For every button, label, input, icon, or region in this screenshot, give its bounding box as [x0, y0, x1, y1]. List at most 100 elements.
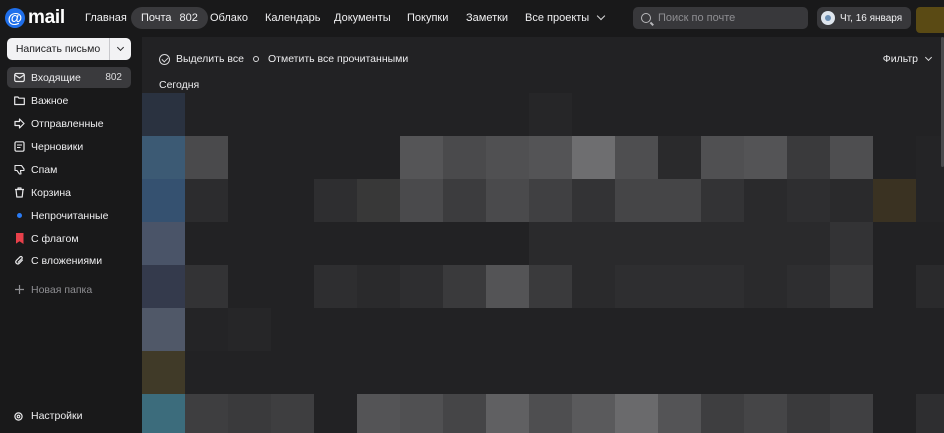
- sidebar-item-attachments[interactable]: С вложениями: [7, 250, 131, 271]
- pixel-block: [615, 179, 658, 222]
- pixel-block: [228, 308, 271, 351]
- pixel-block: [744, 179, 787, 222]
- sidebar-item-unread[interactable]: Непрочитанные: [7, 205, 131, 226]
- pixel-block: [228, 394, 271, 433]
- pixel-block: [830, 265, 873, 308]
- chevron-down-icon: [116, 43, 125, 52]
- sidebar-item-drafts[interactable]: Черновики: [7, 136, 131, 157]
- inbox-count: 802: [105, 72, 122, 83]
- pixel-block: [142, 351, 185, 394]
- pixel-block: [701, 394, 744, 433]
- pixel-block: [357, 265, 400, 308]
- pixel-block: [142, 179, 185, 222]
- pixel-block: [787, 136, 830, 179]
- compose-button[interactable]: Написать письмо: [7, 38, 110, 60]
- pixel-block: [916, 136, 944, 179]
- search-icon: [641, 13, 651, 23]
- pixel-block: [615, 265, 658, 308]
- pixel-block: [443, 136, 486, 179]
- pixel-block: [357, 179, 400, 222]
- nav-mail-count: 802: [179, 12, 198, 24]
- sidebar-item-label: Черновики: [31, 140, 84, 153]
- pixel-block: [142, 394, 185, 433]
- sidebar-item-label: С флагом: [31, 232, 79, 245]
- filter-button[interactable]: Фильтр: [883, 53, 933, 65]
- pixel-block: [443, 179, 486, 222]
- sidebar-item-label: Отправленные: [31, 117, 104, 130]
- pixel-block: [314, 265, 357, 308]
- read-ring-icon: [253, 56, 259, 62]
- flag-icon: [14, 233, 25, 244]
- draft-icon: [14, 141, 25, 152]
- sidebar-item-sent[interactable]: Отправленные: [7, 113, 131, 134]
- mark-all-read-label: Отметить все прочитанными: [268, 53, 409, 65]
- pixel-block: [400, 265, 443, 308]
- pixel-block: [658, 179, 701, 222]
- new-folder-button[interactable]: Новая папка: [7, 279, 131, 300]
- nav-all-projects[interactable]: Все проекты: [525, 7, 606, 29]
- nav-calendar[interactable]: Календарь: [265, 7, 321, 29]
- pixel-block: [744, 265, 787, 308]
- search-box[interactable]: [633, 7, 808, 29]
- pixel-block: [701, 265, 744, 308]
- pixel-block: [701, 179, 744, 222]
- pixel-block: [916, 179, 944, 222]
- nav-cloud[interactable]: Облако: [210, 7, 248, 29]
- sidebar-item-label: Корзина: [31, 186, 71, 199]
- pixel-block: [916, 265, 944, 308]
- pixel-block: [185, 308, 228, 351]
- pixel-block: [185, 265, 228, 308]
- pixel-block: [142, 222, 185, 265]
- sidebar-item-inbox[interactable]: Входящие 802: [7, 67, 131, 88]
- pixel-block: [529, 179, 572, 222]
- chevron-down-icon: [596, 11, 606, 21]
- nav-notes[interactable]: Заметки: [466, 7, 508, 29]
- pixel-block: [787, 265, 830, 308]
- section-header-today: Сегодня: [159, 79, 200, 91]
- pixel-block: [572, 179, 615, 222]
- pixel-block: [615, 394, 658, 433]
- sidebar-item-important[interactable]: Важное: [7, 90, 131, 111]
- pixel-block: [615, 222, 658, 265]
- pixel-block: [486, 265, 529, 308]
- folder-icon: [14, 95, 25, 106]
- pixel-block: [400, 136, 443, 179]
- pixel-block: [529, 136, 572, 179]
- nav-documents[interactable]: Документы: [334, 7, 391, 29]
- pixel-block: [486, 136, 529, 179]
- search-input[interactable]: [658, 12, 798, 24]
- pixel-block: [787, 222, 830, 265]
- sidebar-item-flagged[interactable]: С флагом: [7, 228, 131, 249]
- pixel-block: [572, 265, 615, 308]
- pixel-block: [357, 394, 400, 433]
- date-weather-widget[interactable]: Чт, 16 января: [817, 7, 911, 29]
- sidebar-item-spam[interactable]: Спам: [7, 159, 131, 180]
- sidebar-item-label: Непрочитанные: [31, 209, 109, 222]
- message-list-panel: Выделить все Отметить все прочитанными Ф…: [142, 37, 944, 433]
- pixel-block: [529, 93, 572, 136]
- sidebar-item-trash[interactable]: Корзина: [7, 182, 131, 203]
- settings-label: Настройки: [31, 410, 83, 422]
- logo-text: mail: [28, 7, 65, 28]
- pixel-block: [658, 136, 701, 179]
- pixel-block: [701, 222, 744, 265]
- pixelated-message-list: [142, 93, 944, 433]
- mark-all-read-button[interactable]: Отметить все прочитанными: [253, 53, 408, 65]
- nav-mail-label: Почта: [141, 12, 172, 24]
- pixel-block: [744, 222, 787, 265]
- avatar[interactable]: [916, 7, 944, 33]
- nav-mail[interactable]: Почта 802: [131, 7, 208, 29]
- pixel-block: [658, 394, 701, 433]
- sidebar-item-label: С вложениями: [31, 254, 103, 267]
- pixel-block: [142, 93, 185, 136]
- pixel-block: [314, 179, 357, 222]
- settings-button[interactable]: Настройки: [13, 410, 83, 422]
- mail-logo[interactable]: @ mail: [5, 7, 65, 29]
- pixel-block: [529, 222, 572, 265]
- select-all-button[interactable]: Выделить все: [159, 53, 244, 65]
- nav-home[interactable]: Главная: [85, 7, 127, 29]
- pixel-block: [572, 394, 615, 433]
- nav-shopping[interactable]: Покупки: [407, 7, 448, 29]
- compose-options-button[interactable]: [110, 38, 131, 60]
- pixel-block: [916, 394, 944, 433]
